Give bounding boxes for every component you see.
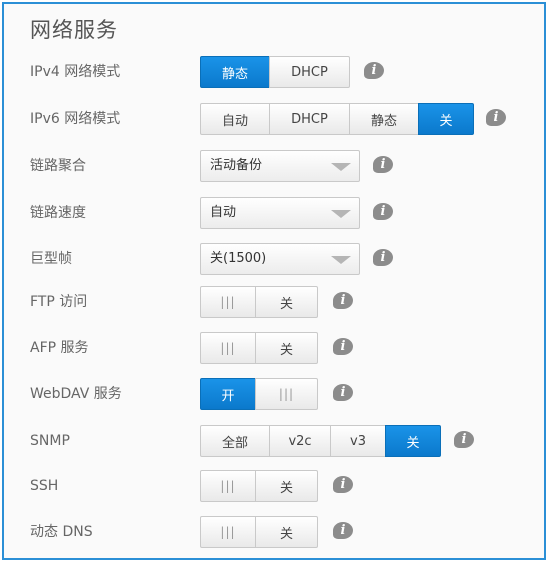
network-services-panel: 网络服务 IPv4 网络模式 静态 DHCP i IPv6 网络模式 自动 DH… xyxy=(2,2,546,560)
snmp-row: SNMP 全部 v2c v3 关 i xyxy=(4,425,544,457)
link-aggregation-value: 活动备份 xyxy=(210,158,263,173)
afp-row: AFP 服务 ||| 关 i xyxy=(4,332,544,364)
webdav-info-icon[interactable]: i xyxy=(333,384,353,401)
ipv4-info-icon[interactable]: i xyxy=(364,62,384,79)
jumbo-frame-value: 关(1500) xyxy=(210,251,267,266)
afp-toggle[interactable]: ||| 关 xyxy=(200,332,318,364)
ipv4-row: IPv4 网络模式 静态 DHCP i xyxy=(4,56,544,88)
chevron-down-icon xyxy=(331,163,351,171)
jumbo-frame-select-wrap: 关(1500) xyxy=(200,243,360,275)
ftp-label: FTP 访问 xyxy=(30,294,88,310)
snmp-label: SNMP xyxy=(30,433,70,449)
ftp-row: FTP 访问 ||| 关 i xyxy=(4,286,544,318)
snmp-version-selector: 全部 v2c v3 关 xyxy=(200,425,441,457)
snmp-off-button[interactable]: 关 xyxy=(385,425,441,457)
link-aggregation-select-wrap: 活动备份 xyxy=(200,150,360,182)
grip-icon: ||| xyxy=(278,387,295,401)
ssh-toggle-handle[interactable]: ||| xyxy=(200,470,256,502)
ssh-row: SSH ||| 关 i xyxy=(4,470,544,502)
afp-info-icon[interactable]: i xyxy=(333,338,353,355)
ftp-toggle-state[interactable]: 关 xyxy=(255,286,318,318)
ipv4-mode-selector: 静态 DHCP xyxy=(200,56,350,88)
ssh-toggle-state[interactable]: 关 xyxy=(255,470,318,502)
ddns-row: 动态 DNS ||| 关 i xyxy=(4,516,544,548)
jumbo-frame-info-icon[interactable]: i xyxy=(373,249,393,266)
link-aggregation-label: 链路聚合 xyxy=(30,158,86,174)
chevron-down-icon xyxy=(331,210,351,218)
ipv6-label: IPv6 网络模式 xyxy=(30,111,121,127)
ssh-label: SSH xyxy=(30,478,59,494)
webdav-toggle[interactable]: 开 ||| xyxy=(200,378,318,410)
grip-icon: ||| xyxy=(220,341,236,355)
ipv4-label: IPv4 网络模式 xyxy=(30,64,121,80)
webdav-row: WebDAV 服务 开 ||| i xyxy=(4,378,544,410)
ipv6-off-button[interactable]: 关 xyxy=(418,103,474,135)
ftp-toggle[interactable]: ||| 关 xyxy=(200,286,318,318)
link-speed-value: 自动 xyxy=(210,205,237,220)
ddns-toggle[interactable]: ||| 关 xyxy=(200,516,318,548)
ssh-info-icon[interactable]: i xyxy=(333,476,353,493)
ipv6-dhcp-button[interactable]: DHCP xyxy=(269,103,350,135)
chevron-down-icon xyxy=(331,256,351,264)
afp-toggle-handle[interactable]: ||| xyxy=(200,332,256,364)
ddns-label: 动态 DNS xyxy=(30,524,93,540)
ipv6-row: IPv6 网络模式 自动 DHCP 静态 关 i xyxy=(4,103,544,135)
link-aggregation-info-icon[interactable]: i xyxy=(373,156,393,173)
webdav-label: WebDAV 服务 xyxy=(30,386,122,402)
ipv4-static-button[interactable]: 静态 xyxy=(200,56,270,88)
ftp-info-icon[interactable]: i xyxy=(333,292,353,309)
ddns-toggle-handle[interactable]: ||| xyxy=(200,516,256,548)
link-aggregation-row: 链路聚合 活动备份 i xyxy=(4,150,544,182)
afp-label: AFP 服务 xyxy=(30,340,89,356)
jumbo-frame-row: 巨型帧 关(1500) i xyxy=(4,243,544,275)
ftp-toggle-handle[interactable]: ||| xyxy=(200,286,256,318)
link-speed-info-icon[interactable]: i xyxy=(373,203,393,220)
link-speed-select-wrap: 自动 xyxy=(200,197,360,229)
ddns-info-icon[interactable]: i xyxy=(333,522,353,539)
snmp-info-icon[interactable]: i xyxy=(454,431,474,448)
ipv6-info-icon[interactable]: i xyxy=(486,109,506,126)
grip-icon: ||| xyxy=(220,295,236,309)
ipv6-static-button[interactable]: 静态 xyxy=(349,103,419,135)
jumbo-frame-select[interactable]: 关(1500) xyxy=(200,243,360,275)
link-speed-row: 链路速度 自动 i xyxy=(4,197,544,229)
link-speed-label: 链路速度 xyxy=(30,205,86,221)
snmp-v2c-button[interactable]: v2c xyxy=(269,425,331,457)
ssh-toggle[interactable]: ||| 关 xyxy=(200,470,318,502)
link-aggregation-select[interactable]: 活动备份 xyxy=(200,150,360,182)
ipv4-dhcp-button[interactable]: DHCP xyxy=(269,56,350,88)
webdav-toggle-handle[interactable]: ||| xyxy=(255,378,318,410)
ipv6-auto-button[interactable]: 自动 xyxy=(200,103,270,135)
jumbo-frame-label: 巨型帧 xyxy=(30,251,72,267)
webdav-toggle-state[interactable]: 开 xyxy=(200,378,256,410)
snmp-all-button[interactable]: 全部 xyxy=(200,425,270,457)
page-title: 网络服务 xyxy=(30,18,118,42)
afp-toggle-state[interactable]: 关 xyxy=(255,332,318,364)
link-speed-select[interactable]: 自动 xyxy=(200,197,360,229)
ddns-toggle-state[interactable]: 关 xyxy=(255,516,318,548)
snmp-v3-button[interactable]: v3 xyxy=(330,425,386,457)
grip-icon: ||| xyxy=(220,525,236,539)
grip-icon: ||| xyxy=(220,479,236,493)
ipv6-mode-selector: 自动 DHCP 静态 关 xyxy=(200,103,474,135)
